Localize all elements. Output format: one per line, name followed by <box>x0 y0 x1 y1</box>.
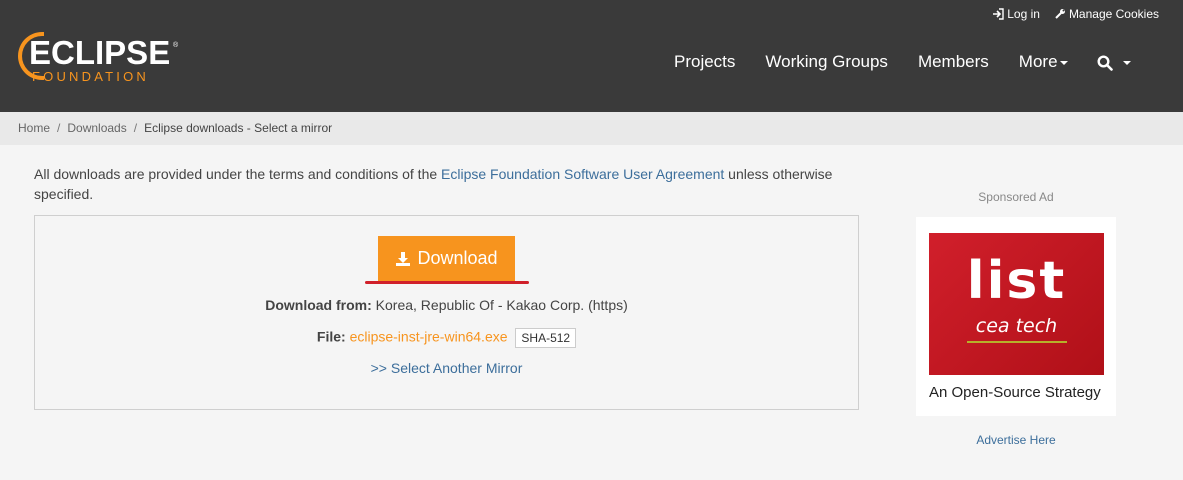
sponsored-ad[interactable]: list cea tech An Open-Source Strategy <box>916 217 1116 416</box>
ad-image[interactable]: list cea tech <box>929 233 1104 375</box>
caret-down-icon <box>1059 60 1068 65</box>
logo-wordmark: ECLIPSE <box>29 34 171 71</box>
logo-subtitle: FOUNDATION <box>32 69 149 84</box>
eclipse-foundation-logo[interactable]: ECLIPSE ® FOUNDATION <box>18 30 188 90</box>
sponsored-ad-label: Sponsored Ad <box>978 190 1054 204</box>
breadcrumb-current: Eclipse downloads - Select a mirror <box>144 121 333 135</box>
site-header: ECLIPSE ® FOUNDATION Log in Manage Cooki… <box>0 0 1183 112</box>
logo-registered-mark: ® <box>173 42 179 49</box>
file-name-link[interactable]: eclipse-inst-jre-win64.exe <box>350 329 508 345</box>
sign-in-icon <box>993 8 1004 20</box>
nav-more-label: More <box>1018 52 1058 71</box>
breadcrumb-separator: / <box>57 121 61 135</box>
nav-projects[interactable]: Projects <box>674 52 735 72</box>
select-another-mirror-link[interactable]: >> Select Another Mirror <box>371 360 523 376</box>
download-from-value: Korea, Republic Of - Kakao Corp. (https) <box>371 297 628 313</box>
breadcrumb-home[interactable]: Home <box>18 121 50 135</box>
download-panel: Download Download from: Korea, Republic … <box>34 215 859 410</box>
notice-prefix: All downloads are provided under the ter… <box>34 166 442 182</box>
user-agreement-link[interactable]: Eclipse Foundation Software User Agreeme… <box>441 166 724 182</box>
download-button-label: Download <box>417 248 498 268</box>
search-icon <box>1097 55 1113 71</box>
file-info: File: eclipse-inst-jre-win64.exe SHA-512 <box>35 328 858 348</box>
download-underline <box>365 281 529 284</box>
sha512-button[interactable]: SHA-512 <box>515 328 577 348</box>
breadcrumb-separator: / <box>133 121 138 135</box>
nav-members[interactable]: Members <box>918 52 989 72</box>
search-toggle[interactable] <box>1097 55 1131 71</box>
terms-notice: All downloads are provided under the ter… <box>34 164 864 204</box>
login-link[interactable]: Log in <box>992 7 1040 21</box>
select-mirror: >> Select Another Mirror <box>35 360 858 376</box>
top-links: Log in Manage Cookies <box>992 7 1159 21</box>
ad-brand-text: cea tech <box>975 315 1058 337</box>
breadcrumb: Home / Downloads / Eclipse downloads - S… <box>0 112 1183 145</box>
caret-down-icon <box>1123 61 1131 65</box>
download-button[interactable]: Download <box>378 236 515 281</box>
ad-logo-text: list <box>966 251 1067 311</box>
nav-more[interactable]: More <box>1019 52 1068 72</box>
manage-cookies-link[interactable]: Manage Cookies <box>1054 7 1159 21</box>
manage-cookies-label: Manage Cookies <box>1068 7 1159 21</box>
ad-caption[interactable]: An Open-Source Strategy <box>929 384 1109 401</box>
main-navigation: Projects Working Groups Members More <box>674 52 1098 72</box>
wrench-icon <box>1055 9 1065 19</box>
download-from: Download from: Korea, Republic Of - Kaka… <box>35 297 858 313</box>
download-icon <box>396 251 411 266</box>
file-label: File: <box>316 328 346 345</box>
breadcrumb-downloads[interactable]: Downloads <box>67 121 126 135</box>
ad-accent-bar <box>967 341 1067 343</box>
login-label: Log in <box>1007 7 1040 21</box>
download-from-label: Download from: <box>265 297 372 313</box>
advertise-here-link[interactable]: Advertise Here <box>916 433 1116 447</box>
nav-working-groups[interactable]: Working Groups <box>765 52 888 72</box>
